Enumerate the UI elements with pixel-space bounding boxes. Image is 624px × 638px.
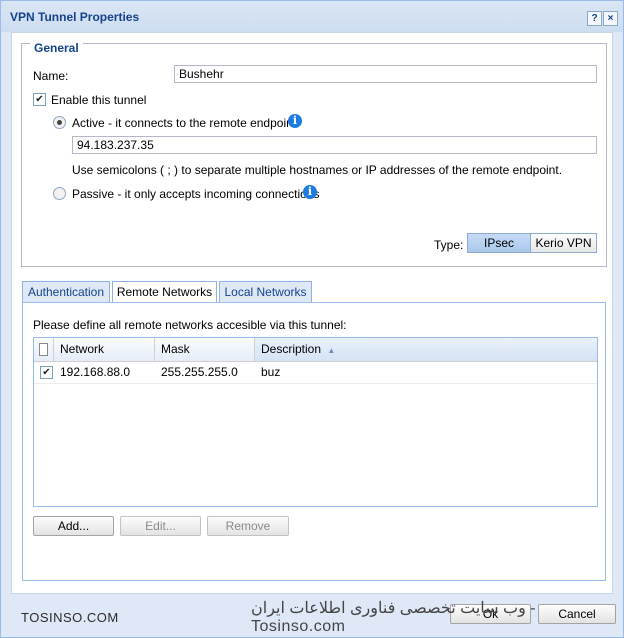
column-description-label: Description [261, 342, 322, 356]
remove-button[interactable]: Remove [207, 516, 289, 536]
title-bar[interactable]: VPN Tunnel Properties ? × [1, 1, 623, 32]
endpoint-hint: Use semicolons ( ; ) to separate multipl… [72, 163, 563, 177]
dialog-title: VPN Tunnel Properties [10, 10, 140, 24]
row-checkbox[interactable]: ✔ [40, 366, 53, 379]
table-row[interactable]: ✔ 192.168.88.0 255.255.255.0 buz [34, 362, 597, 384]
row-network: 192.168.88.0 [60, 365, 131, 379]
help-icon[interactable]: ? [587, 11, 602, 26]
vpn-tunnel-dialog: VPN Tunnel Properties ? × General Name: … [0, 0, 624, 638]
active-label: Active - it connects to the remote endpo… [72, 116, 297, 130]
tab-strip: Authentication Remote Networks Local Net… [22, 281, 607, 303]
watermark-left: TOSINSO.COM [21, 610, 119, 625]
add-button[interactable]: Add... [33, 516, 114, 536]
enable-tunnel-label: Enable this tunnel [51, 93, 147, 107]
column-mask[interactable]: Mask [155, 338, 255, 361]
active-radio[interactable] [53, 116, 66, 129]
select-all-icon[interactable] [34, 338, 54, 361]
name-label: Name: [33, 69, 69, 83]
remote-networks-panel: Please define all remote networks accesi… [22, 302, 606, 581]
remote-networks-instruction: Please define all remote networks accesi… [33, 318, 347, 332]
type-ipsec-button[interactable]: IPsec [467, 233, 531, 253]
row-description: buz [261, 365, 281, 379]
type-label: Type: [434, 238, 464, 252]
close-icon[interactable]: × [603, 11, 618, 26]
tab-remote-networks[interactable]: Remote Networks [112, 281, 217, 303]
tab-local-networks[interactable]: Local Networks [219, 281, 312, 302]
active-info-icon[interactable]: i [288, 114, 302, 128]
watermark-right: وب سایت تخصصی فناوری اطلاعات ایران - Tos… [251, 600, 536, 635]
sort-asc-icon: ▲ [327, 346, 336, 355]
passive-radio[interactable] [53, 187, 66, 200]
enable-tunnel-checkbox[interactable]: ✔ [33, 93, 46, 106]
column-network[interactable]: Network [54, 338, 155, 361]
edit-button[interactable]: Edit... [120, 516, 201, 536]
general-legend: General [30, 41, 83, 55]
column-description[interactable]: Description ▲ [255, 338, 597, 361]
passive-label: Passive - it only accepts incoming conne… [72, 187, 320, 201]
name-input[interactable] [174, 65, 597, 83]
tab-authentication[interactable]: Authentication [22, 281, 110, 302]
type-kerio-vpn-button[interactable]: Kerio VPN [530, 233, 597, 253]
row-mask: 255.255.255.0 [161, 365, 238, 379]
endpoint-input[interactable] [72, 136, 597, 154]
grid-header: Network Mask Description ▲ [34, 338, 597, 362]
passive-info-icon[interactable]: i [303, 185, 317, 199]
remote-networks-grid: Network Mask Description ▲ ✔ 192.168.88.… [33, 337, 598, 507]
